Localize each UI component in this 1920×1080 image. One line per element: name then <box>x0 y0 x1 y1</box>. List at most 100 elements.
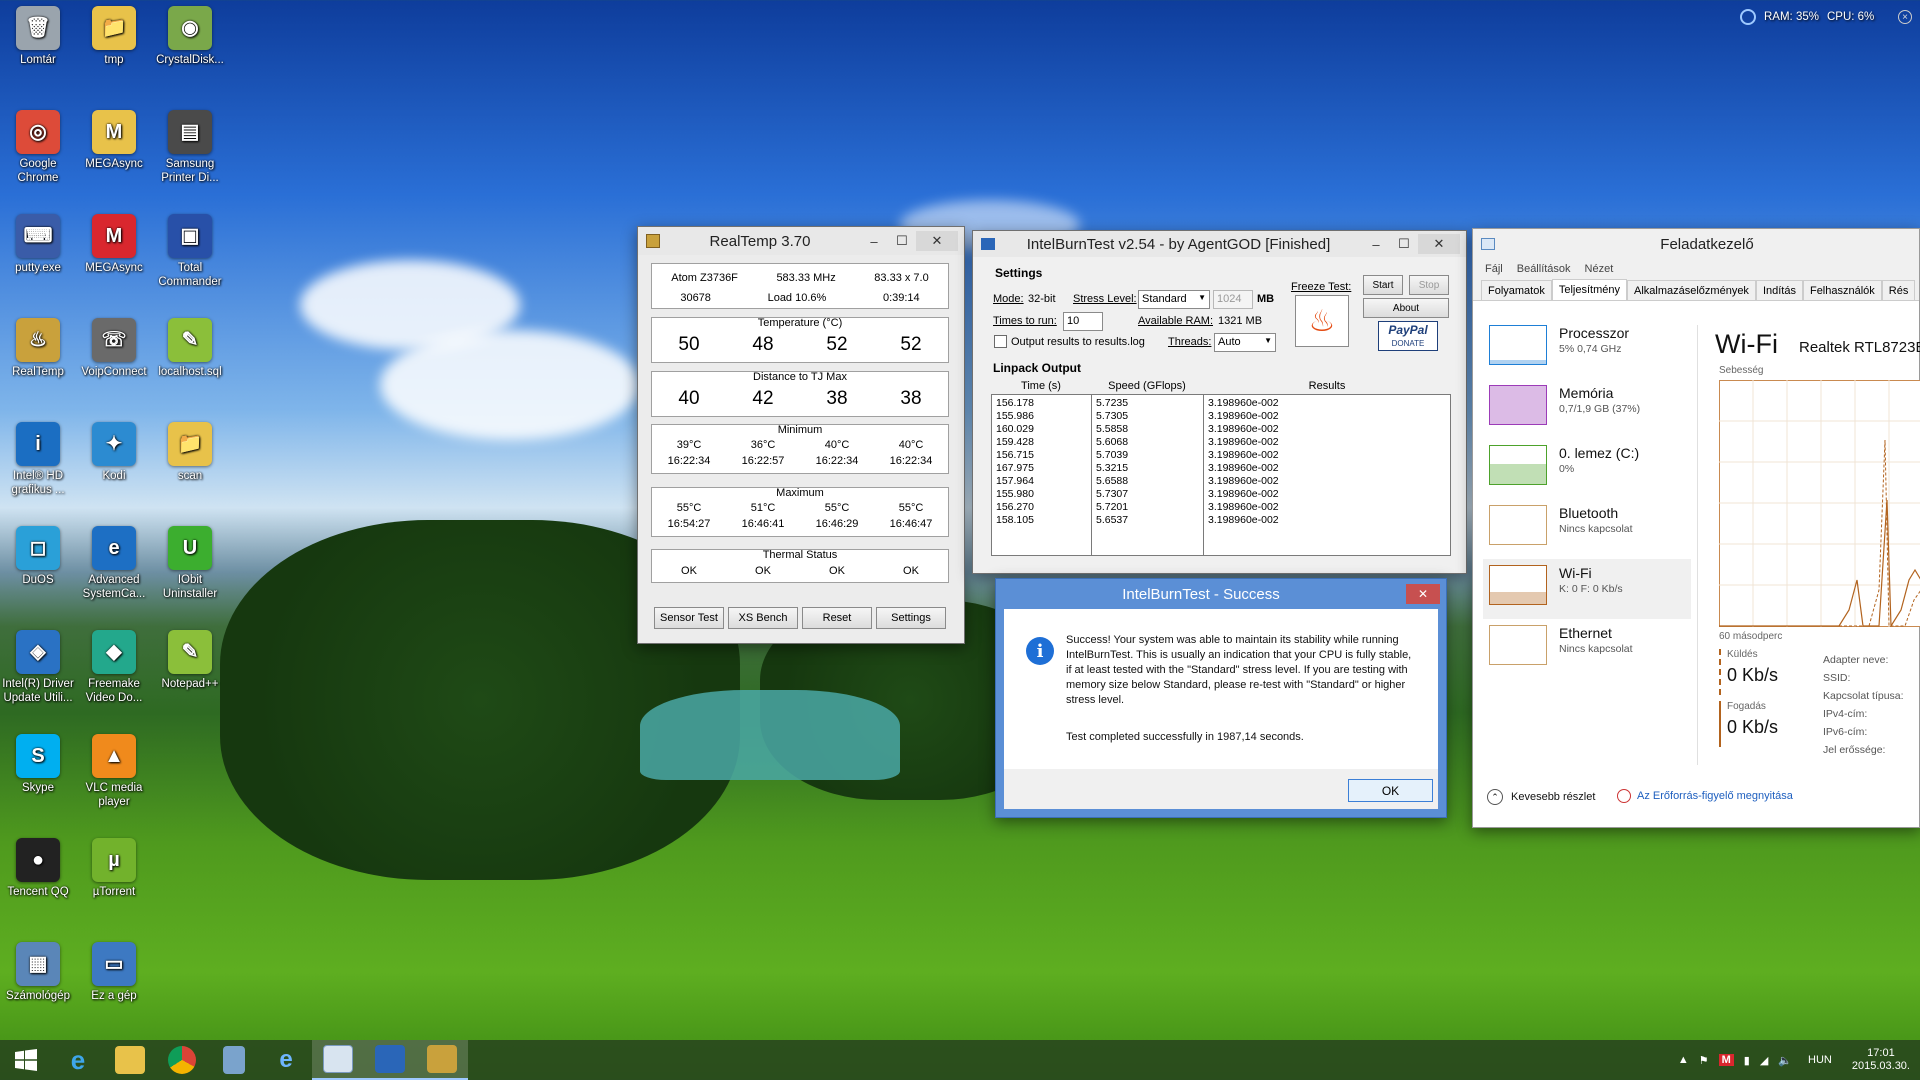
resource-monitor-link[interactable]: Az Erőforrás-figyelő megnyitása <box>1617 789 1793 803</box>
network-icon[interactable]: ▮ <box>1744 1054 1750 1067</box>
desktop-icon[interactable]: ◉ CrystalDisk... <box>152 6 228 67</box>
volume-icon[interactable]: 🔈 <box>1778 1054 1792 1067</box>
min-time: 16:22:34 <box>815 455 859 467</box>
taskbar-realtemp[interactable] <box>416 1040 468 1080</box>
menu-view[interactable]: Nézet <box>1585 263 1614 275</box>
close-button[interactable]: ✕ <box>1418 234 1460 254</box>
desktop-icon[interactable]: ◈ Intel(R) Driver Update Utili... <box>0 630 76 705</box>
desktop-icon[interactable]: U IObit Uninstaller <box>152 526 228 601</box>
thermal-status: OK <box>903 565 919 577</box>
maximize-button[interactable]: ☐ <box>888 231 916 251</box>
resource-name: 0. lemez (C:) <box>1559 445 1640 461</box>
desktop-icon[interactable]: 🗑 Lomtár <box>0 6 76 67</box>
tab-users[interactable]: Felhasználók <box>1802 280 1882 300</box>
tab-processes[interactable]: Folyamatok <box>1481 280 1552 300</box>
minimize-button[interactable]: – <box>1362 234 1390 254</box>
maximize-button[interactable]: ☐ <box>1390 234 1418 254</box>
flag-icon[interactable]: ⚑ <box>1699 1054 1709 1067</box>
fewer-details-button[interactable]: ⌃ Kevesebb részlet <box>1487 789 1595 805</box>
chevron-up-icon[interactable]: ▲ <box>1678 1054 1689 1066</box>
desktop-icon[interactable]: ◎ Google Chrome <box>0 110 76 185</box>
ok-button[interactable]: OK <box>1348 779 1433 802</box>
freeze-test-button[interactable]: ♨ <box>1295 295 1349 347</box>
mega-tray-icon[interactable]: M <box>1718 1054 1734 1066</box>
paypal-donate-button[interactable]: PayPal DONATE <box>1378 321 1438 351</box>
output-log-checkbox[interactable] <box>994 335 1007 348</box>
minimize-button[interactable]: – <box>860 231 888 251</box>
signal-icon[interactable]: ◢ <box>1760 1054 1768 1067</box>
memory-size-input[interactable]: 1024 <box>1213 290 1253 309</box>
start-button[interactable] <box>0 1040 52 1080</box>
desktop-icon[interactable]: ⌨ putty.exe <box>0 214 76 275</box>
taskbar-intelburntest[interactable] <box>364 1040 416 1080</box>
desktop-icon[interactable]: i Intel® HD grafikus ... <box>0 422 76 497</box>
settings-title: Settings <box>995 266 1043 280</box>
about-button[interactable]: About <box>1363 298 1449 318</box>
desktop-icon[interactable]: M MEGAsync <box>76 110 152 171</box>
desktop-icon[interactable]: ▭ Ez a gép <box>76 942 152 1003</box>
stop-button[interactable]: Stop <box>1409 275 1449 295</box>
clock[interactable]: 17:01 2015.03.30. <box>1852 1047 1910 1073</box>
desktop-icon[interactable]: ▣ Total Commander <box>152 214 228 289</box>
ibt-titlebar[interactable]: IntelBurnTest v2.54 - by AgentGOD [Finis… <box>973 231 1466 257</box>
system-monitor-gadget[interactable]: RAM: 35% CPU: 6% <box>1740 6 1890 28</box>
taskbar-calculator[interactable] <box>208 1040 260 1080</box>
close-button[interactable]: ✕ <box>916 231 958 251</box>
resource-item[interactable]: Ethernet Nincs kapcsolat <box>1483 619 1691 679</box>
linpack-table[interactable]: 156.178 155.986 160.029 159.428 156.715 167.9… <box>991 394 1451 556</box>
desktop-icon[interactable]: ◻ DuOS <box>0 526 76 587</box>
tj-distance: 38 <box>826 388 848 409</box>
desktop-icon[interactable]: ✦ Kodi <box>76 422 152 483</box>
desktop-icon[interactable]: ♨ RealTemp <box>0 318 76 379</box>
start-button[interactable]: Start <box>1363 275 1403 295</box>
desktop-icon[interactable]: ✎ Notepad++ <box>152 630 228 691</box>
desktop-icon[interactable]: ▤ Samsung Printer Di... <box>152 110 228 185</box>
stress-level-select[interactable]: Standard ▼ <box>1138 290 1210 309</box>
resource-item[interactable]: Wi-Fi K: 0 F: 0 Kb/s <box>1483 559 1691 619</box>
desktop-icon[interactable]: S Skype <box>0 734 76 795</box>
desktop-icon[interactable]: ▦ Számológép <box>0 942 76 1003</box>
desktop-icon[interactable]: e Advanced SystemCa... <box>76 526 152 601</box>
desktop-icon[interactable]: 📁 tmp <box>76 6 152 67</box>
dialog-title: IntelBurnTest - Success <box>1122 585 1280 603</box>
desktop-icon[interactable]: ◆ Freemake Video Do... <box>76 630 152 705</box>
language-indicator[interactable]: HUN <box>1808 1054 1832 1066</box>
desktop-icon[interactable]: 📁 scan <box>152 422 228 483</box>
resource-item[interactable]: 0. lemez (C:) 0% <box>1483 439 1691 499</box>
desktop-icon-label: DuOS <box>22 574 54 586</box>
linpack-cell: 3.198960e-002 <box>1208 449 1279 461</box>
resource-item[interactable]: Memória 0,7/1,9 GB (37%) <box>1483 379 1691 439</box>
desktop-icon[interactable]: M MEGAsync <box>76 214 152 275</box>
linpack-cell: 3.198960e-002 <box>1208 462 1279 474</box>
resource-sparkline <box>1490 592 1546 604</box>
tab-app-history[interactable]: Alkalmazáselőzmények <box>1627 280 1756 300</box>
dialog-titlebar[interactable]: IntelBurnTest - Success ✕ <box>996 579 1446 609</box>
menu-file[interactable]: Fájl <box>1485 263 1503 275</box>
tab-details[interactable]: Rés <box>1881 280 1916 300</box>
times-to-run-input[interactable]: 10 <box>1063 312 1103 331</box>
taskbar-explorer[interactable] <box>104 1040 156 1080</box>
taskbar-chrome[interactable] <box>156 1040 208 1080</box>
reset-button[interactable]: Reset <box>802 607 872 629</box>
xs-bench-button[interactable]: XS Bench <box>728 607 798 629</box>
tab-startup[interactable]: Indítás <box>1755 280 1803 300</box>
desktop-icon[interactable]: µ µTorrent <box>76 838 152 899</box>
taskbar-task-manager[interactable] <box>312 1040 364 1080</box>
desktop-icon[interactable]: ☏ VoipConnect <box>76 318 152 379</box>
settings-button[interactable]: Settings <box>876 607 946 629</box>
resource-item[interactable]: Bluetooth Nincs kapcsolat <box>1483 499 1691 559</box>
resource-item[interactable]: Processzor 5% 0,74 GHz <box>1483 319 1691 379</box>
taskmgr-titlebar[interactable]: Feladatkezelő <box>1473 229 1919 259</box>
close-button[interactable]: ✕ <box>1406 584 1440 604</box>
gadget-close-icon[interactable]: × <box>1898 10 1912 24</box>
taskbar-advanced-systemcare[interactable]: e <box>260 1040 312 1080</box>
sensor-test-button[interactable]: Sensor Test <box>654 607 724 629</box>
realtemp-titlebar[interactable]: RealTemp 3.70 – ☐ ✕ <box>638 227 964 255</box>
desktop-icon[interactable]: ▲ VLC media player <box>76 734 152 809</box>
desktop-icon[interactable]: ✎ localhost.sql <box>152 318 228 379</box>
tab-performance[interactable]: Teljesítmény <box>1551 279 1627 300</box>
threads-select[interactable]: Auto ▼ <box>1214 333 1276 352</box>
menu-settings[interactable]: Beállítások <box>1517 263 1571 275</box>
taskbar-ie[interactable]: e <box>52 1040 104 1080</box>
desktop-icon[interactable]: ● Tencent QQ <box>0 838 76 899</box>
